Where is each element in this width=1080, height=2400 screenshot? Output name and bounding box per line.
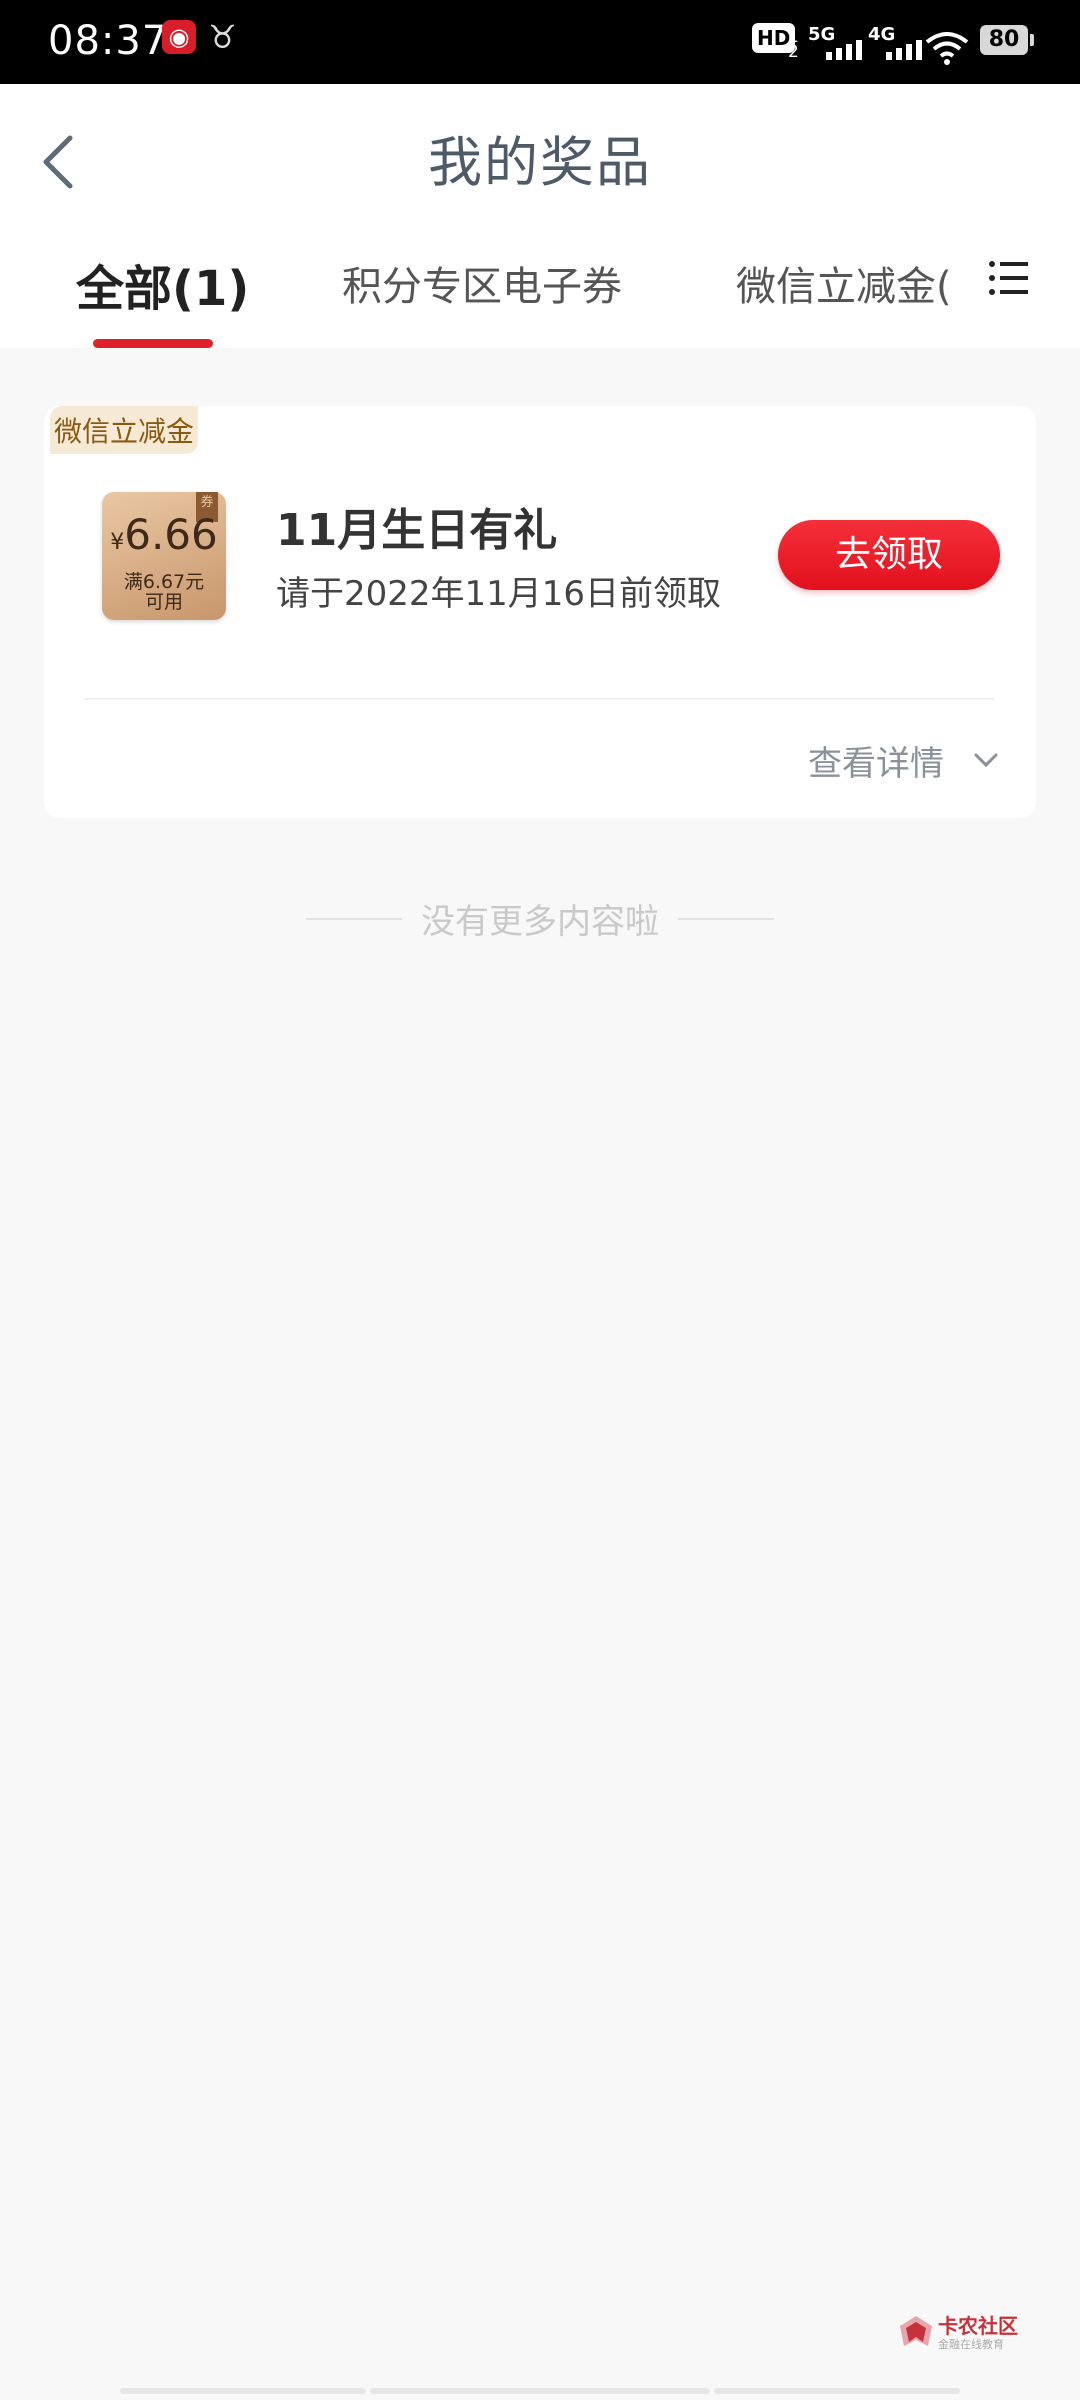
active-tab-indicator xyxy=(93,339,213,348)
app-header: 我的奖品 全部(1) 积分专区电子券 微信立减金( xyxy=(0,84,1080,348)
view-details-link[interactable]: 查看详情 xyxy=(808,736,944,785)
coupon-amount: ¥6.66 xyxy=(110,510,218,559)
nav-indicator-center xyxy=(370,2388,710,2394)
card-divider xyxy=(84,698,994,700)
kanong-logo-icon xyxy=(900,2316,932,2346)
signal-5g-icon: 5G xyxy=(808,24,868,68)
tab-wechat-discount[interactable]: 微信立减金( xyxy=(736,254,998,312)
watermark-subtitle: 金融在线教育 xyxy=(938,2338,1004,2351)
list-end-text: 没有更多内容啦 xyxy=(421,902,659,942)
nav-indicator-right xyxy=(714,2388,960,2394)
status-time: 08:37 xyxy=(48,18,169,64)
netease-music-icon: ◉ xyxy=(162,20,196,54)
sim-indicator: 12 xyxy=(788,27,799,62)
tab-points-e-coupons[interactable]: 积分专区电子券 xyxy=(342,254,622,312)
end-divider-right xyxy=(678,918,774,920)
chevron-down-icon[interactable] xyxy=(972,746,1000,774)
coupon-condition: 满6.67元 可用 xyxy=(123,571,205,613)
watermark: 卡农社区 金融在线教育 xyxy=(898,2310,1018,2356)
watermark-name: 卡农社区 xyxy=(938,2314,1018,2338)
battery-icon: 80 xyxy=(980,25,1034,55)
prize-deadline: 请于2022年11月16日前领取 xyxy=(276,574,722,614)
signal-4g-icon: 4G xyxy=(868,24,928,68)
prize-name: 11月生日有礼 xyxy=(276,505,558,556)
wifi-icon xyxy=(925,32,969,65)
page-title: 我的奖品 xyxy=(428,131,652,194)
nav-indicator-left xyxy=(120,2388,366,2394)
coupon-thumbnail: 券 ¥6.66 满6.67元 可用 xyxy=(102,492,226,620)
status-bar: 08:37 ◉ ♉ HD 12 5G 4G 80 xyxy=(0,0,1080,84)
list-menu-icon[interactable] xyxy=(988,258,1028,298)
prize-card: 微信立减金 券 ¥6.66 满6.67元 可用 11月生日有礼 请于2022年1… xyxy=(44,406,1036,818)
claim-button[interactable]: 去领取 xyxy=(778,520,1000,590)
cow-app-icon: ♉ xyxy=(208,18,237,56)
tab-all[interactable]: 全部(1) xyxy=(76,249,249,319)
prize-type-tag: 微信立减金 xyxy=(50,406,199,454)
